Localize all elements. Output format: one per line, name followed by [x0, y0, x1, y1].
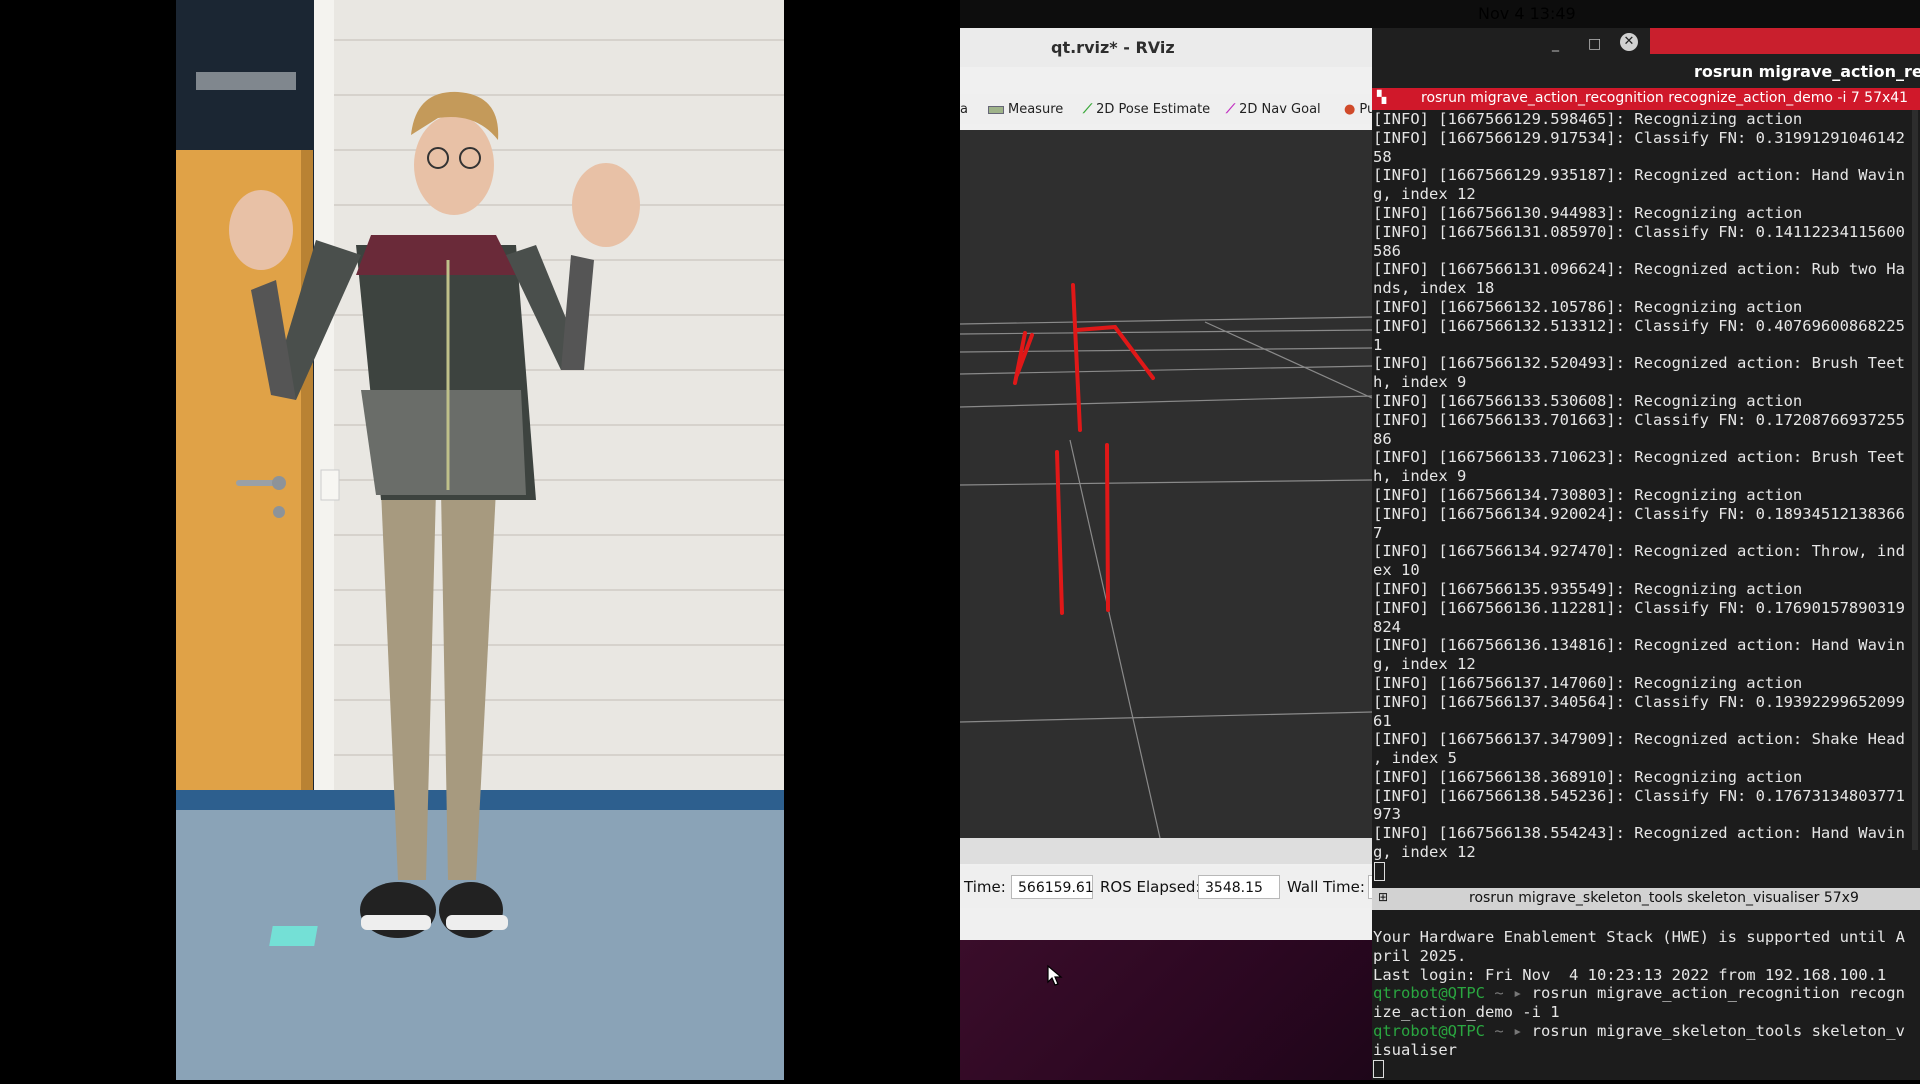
log-line: 7: [1373, 523, 1383, 542]
log-line: [INFO] [1667566133.710623]: Recognized a…: [1373, 448, 1905, 467]
terminal-tab-title: rosrun migrave_action_recognition recogn…: [1421, 90, 1909, 106]
ros-elapsed-label: ROS Elapsed:: [1100, 878, 1201, 896]
green-arrow-icon: ⟋: [1083, 102, 1093, 117]
grid-and-skeleton: [959, 283, 1373, 839]
system-top-bar: [960, 0, 1920, 28]
tool-pose-label: 2D Pose Estimate: [1096, 102, 1211, 117]
shell-command: rosrun migrave_action_recognition recogn: [1522, 984, 1905, 1003]
rviz-horizontal-scrollbar[interactable]: [960, 838, 1372, 864]
terminal-output-log: [INFO] [1667566129.598465]: Recognizing …: [1373, 110, 1913, 862]
terminal-tab-title: rosrun migrave_skeleton_tools skeleton_v…: [1469, 890, 1859, 906]
log-line: [INFO] [1667566137.147060]: Recognizing …: [1373, 673, 1803, 692]
rviz-window-title: qt.rviz* - RViz: [1051, 38, 1175, 57]
rviz-toolbar: a Measure ⟋ 2D Pose Estimate ⟋ 2D Nav Go…: [960, 94, 1375, 124]
terminal-cursor: [1373, 1060, 1384, 1079]
log-line: [INFO] [1667566131.096624]: Recognized a…: [1373, 260, 1905, 279]
shell-command: rosrun migrave_skeleton_tools skeleton_v: [1522, 1021, 1905, 1040]
ros-time-field[interactable]: 566159.61: [1011, 875, 1094, 899]
prompt-separator: ~ ▸: [1484, 1021, 1523, 1040]
terminal-tab-icon: ⊞: [1378, 890, 1389, 904]
term2-line: Your Hardware Enablement Stack (HWE) is …: [1373, 928, 1905, 946]
terminal-titlebar-accent: [1650, 28, 1920, 54]
shell-prompt: qtrobot@QTPC: [1373, 984, 1485, 1003]
camera-photo: [176, 0, 784, 1080]
maximize-icon[interactable]: □: [1588, 36, 1601, 52]
log-line: 61: [1373, 711, 1392, 730]
log-line: h, index 9: [1373, 467, 1467, 486]
log-line: 86: [1373, 429, 1392, 448]
log-line: nds, index 18: [1373, 279, 1495, 298]
log-line: [INFO] [1667566132.105786]: Recognizing …: [1373, 297, 1803, 316]
terminal-tab-skeleton-visualiser[interactable]: ⊞ rosrun migrave_skeleton_tools skeleton…: [1372, 888, 1920, 910]
log-line: 58: [1373, 147, 1392, 166]
clock[interactable]: Nov 4 13:49: [1478, 4, 1576, 23]
term2-line: pril 2025.: [1373, 946, 1467, 965]
log-line: [INFO] [1667566138.545236]: Classify FN:…: [1373, 786, 1905, 805]
log-line: [INFO] [1667566134.920024]: Classify FN:…: [1373, 504, 1905, 523]
log-line: [INFO] [1667566134.730803]: Recognizing …: [1373, 485, 1803, 504]
log-line: [INFO] [1667566132.520493]: Recognized a…: [1373, 354, 1905, 373]
map-pin-icon: ●: [1344, 102, 1356, 117]
log-line: [INFO] [1667566130.944983]: Recognizing …: [1373, 203, 1803, 222]
log-line: g, index 12: [1373, 185, 1476, 204]
terminal-cursor: [1374, 862, 1385, 881]
log-line: [INFO] [1667566133.701663]: Classify FN:…: [1373, 410, 1905, 429]
person-photo-illustration: [176, 0, 784, 1080]
log-line: [INFO] [1667566137.347909]: Recognized a…: [1373, 730, 1905, 749]
tool-nav-label: 2D Nav Goal: [1239, 102, 1321, 117]
log-line: [INFO] [1667566138.368910]: Recognizing …: [1373, 767, 1803, 786]
log-line: [INFO] [1667566135.935549]: Recognizing …: [1373, 579, 1803, 598]
log-line: [INFO] [1667566131.085970]: Classify FN:…: [1373, 222, 1905, 241]
log-line: [INFO] [1667566136.112281]: Classify FN:…: [1373, 598, 1905, 617]
log-line: [INFO] [1667566129.935187]: Recognized a…: [1373, 166, 1905, 185]
tool-2d-pose-estimate[interactable]: ⟋ 2D Pose Estimate: [1083, 102, 1210, 117]
tool-partial[interactable]: a: [960, 102, 968, 117]
terminal-tab-action-recognition[interactable]: ▚ rosrun migrave_action_recognition reco…: [1372, 88, 1920, 110]
log-line: [INFO] [1667566136.134816]: Recognized a…: [1373, 636, 1905, 655]
log-line: 824: [1373, 617, 1401, 636]
ros-elapsed-field[interactable]: 3548.15: [1198, 875, 1280, 899]
shell-command-wrap: ize_action_demo -i 1: [1373, 1003, 1560, 1022]
log-line: h, index 9: [1373, 373, 1467, 392]
minimize-icon[interactable]: _: [1552, 36, 1559, 52]
rviz-3d-viewport[interactable]: [959, 130, 1373, 839]
log-line: [INFO] [1667566134.927470]: Recognized a…: [1373, 542, 1905, 561]
tool-measure[interactable]: Measure: [988, 102, 1063, 117]
log-line: g, index 12: [1373, 655, 1476, 674]
ruler-icon: [988, 105, 1004, 114]
mouse-cursor-icon: [1047, 964, 1063, 986]
log-line: 1: [1373, 335, 1383, 354]
log-line: 973: [1373, 805, 1401, 824]
term2-line: Last login: Fri Nov 4 10:23:13 2022 from…: [1373, 965, 1887, 984]
ros-time-label: Time:: [964, 878, 1006, 896]
log-line: ex 10: [1373, 561, 1420, 580]
log-line: [INFO] [1667566129.598465]: Recognizing …: [1373, 110, 1803, 128]
tool-measure-label: Measure: [1008, 102, 1064, 117]
terminal-tab-icon: ▚: [1377, 90, 1387, 104]
terminal2-output: Your Hardware Enablement Stack (HWE) is …: [1373, 928, 1913, 1079]
tool-publish-point[interactable]: ● Pu: [1344, 102, 1375, 117]
log-line: [INFO] [1667566137.340564]: Classify FN:…: [1373, 692, 1905, 711]
log-line: 586: [1373, 241, 1401, 260]
shell-prompt: qtrobot@QTPC: [1373, 1021, 1485, 1040]
magenta-arrow-icon: ⟋: [1226, 102, 1236, 117]
terminal-window-title: rosrun migrave_action_recogni: [1694, 62, 1920, 81]
rviz-time-panel: Time: 566159.61 ROS Elapsed: 3548.15 Wal…: [960, 866, 1376, 908]
log-line: g, index 12: [1373, 843, 1476, 862]
close-icon[interactable]: ✕: [1620, 33, 1638, 51]
log-line: [INFO] [1667566132.513312]: Classify FN:…: [1373, 316, 1905, 335]
log-line: , index 5: [1373, 749, 1457, 768]
tool-2d-nav-goal[interactable]: ⟋ 2D Nav Goal: [1226, 102, 1321, 117]
log-line: [INFO] [1667566129.917534]: Classify FN:…: [1373, 128, 1905, 147]
log-line: [INFO] [1667566133.530608]: Recognizing …: [1373, 391, 1803, 410]
desktop-background: [960, 940, 1372, 1080]
log-line: [INFO] [1667566138.554243]: Recognized a…: [1373, 824, 1905, 843]
prompt-separator: ~ ▸: [1484, 984, 1523, 1003]
tool-partial-label: a: [960, 102, 968, 117]
wall-time-label: Wall Time:: [1287, 878, 1365, 896]
terminal-scrollbar[interactable]: [1912, 110, 1918, 850]
shell-command-wrap: isualiser: [1373, 1040, 1457, 1059]
